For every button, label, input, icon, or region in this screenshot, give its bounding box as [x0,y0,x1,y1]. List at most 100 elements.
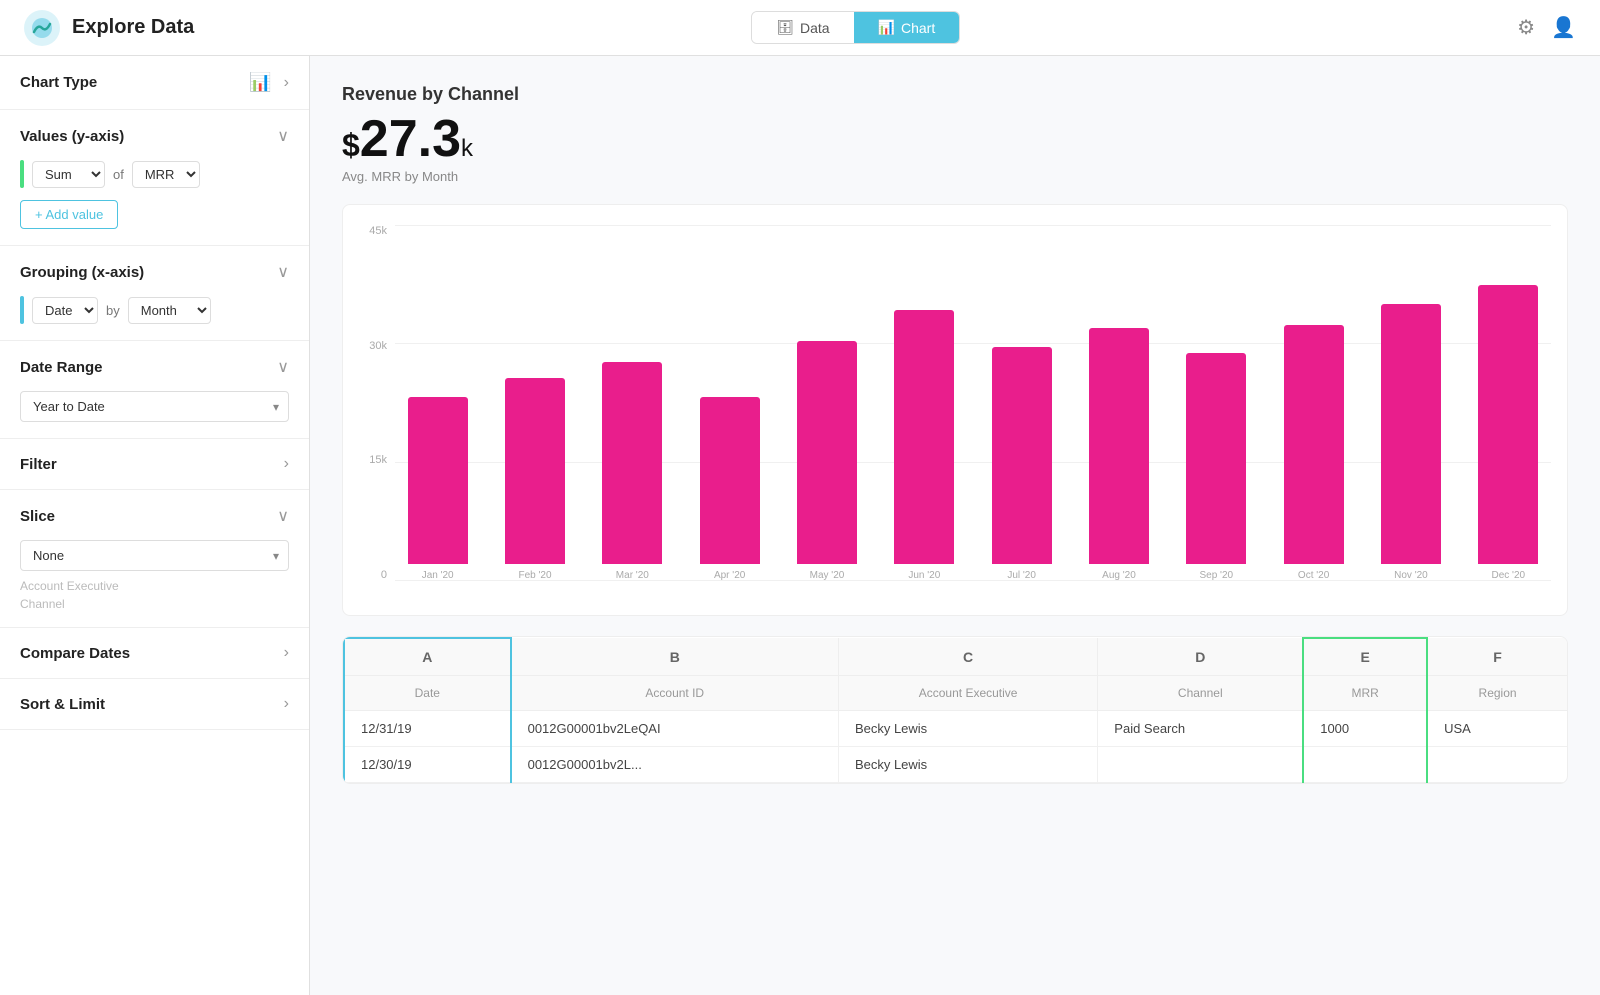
chart-title: Revenue by Channel [342,84,1568,105]
th-account-executive: Account Executive [838,676,1097,711]
gear-icon: ⚙ [1517,17,1535,39]
slice-select[interactable]: None Account Executive Channel [20,540,289,571]
view-tabs: 🗄 Data 📊 Chart [751,11,960,44]
bar[interactable] [1284,325,1344,564]
date-range-select[interactable]: Year to Date Last 30 Days Last 90 Days A… [20,391,289,422]
compare-dates-header[interactable]: Compare Dates › [20,644,289,662]
user-button[interactable]: 👤 [1551,15,1576,40]
cell-mrr-1: 1000 [1303,711,1427,747]
by-label: by [106,303,120,318]
values-title: Values (y-axis) [20,128,124,145]
sort-limit-header[interactable]: Sort & Limit › [20,695,289,713]
sidebar-section-slice: Slice ∨ None Account Executive Channel A… [0,490,309,628]
chart-value-prefix: $ [342,127,360,164]
settings-button[interactable]: ⚙ [1517,15,1535,40]
sidebar-section-compare-dates: Compare Dates › [0,628,309,679]
bar[interactable] [894,310,954,564]
tab-group-container: 🗄 Data 📊 Chart [751,11,960,44]
cell-account-id-1: 0012G00001bv2LeQAI [511,711,839,747]
y-axis: 45k 30k 15k 0 [359,225,395,605]
filter-header[interactable]: Filter › [20,455,289,473]
grouping-content: Date by Month Day Week Quarter Year [20,296,289,324]
y-label-30k: 30k [369,340,387,352]
th-mrr: MRR [1303,676,1427,711]
th-col-letter-b: B [511,638,839,676]
y-label-15k: 15k [369,454,387,466]
bar-group: Jan '20 [395,397,480,581]
data-tab-icon: 🗄 [776,19,794,36]
app-title: Explore Data [72,16,194,39]
bar-group: Jun '20 [882,310,967,581]
bar[interactable] [1186,353,1246,564]
bar-label: Mar '20 [616,570,649,581]
chart-type-header[interactable]: Chart Type 📊 › [20,72,289,93]
tab-data[interactable]: 🗄 Data [752,12,853,43]
slice-header[interactable]: Slice ∨ [20,506,289,526]
th-col-letter-f: F [1427,638,1567,676]
of-label: of [113,167,124,182]
grouping-header[interactable]: Grouping (x-axis) ∨ [20,262,289,282]
chart-type-expand-icon: › [284,74,289,92]
chart-value-main: 27.3 [360,113,461,165]
bar[interactable] [1478,285,1538,564]
bar-group: Apr '20 [687,397,772,581]
tab-chart-label: Chart [901,20,935,36]
bar[interactable] [408,397,468,564]
table-row: 12/31/19 0012G00001bv2LeQAI Becky Lewis … [344,711,1567,747]
th-col-letter-e: E [1303,638,1427,676]
field-select[interactable]: MRR [132,161,200,188]
tab-chart[interactable]: 📊 Chart [854,12,960,43]
slice-content: None Account Executive Channel Account E… [20,540,289,611]
compare-dates-title: Compare Dates [20,645,130,662]
slice-hint-channel: Channel [20,597,289,611]
header-right: ⚙ 👤 [1517,15,1576,40]
filter-title: Filter [20,456,57,473]
chart-header: Revenue by Channel $ 27.3 k Avg. MRR by … [342,84,1568,184]
table-body: 12/31/19 0012G00001bv2LeQAI Becky Lewis … [344,711,1567,783]
sidebar-section-sort-limit: Sort & Limit › [0,679,309,730]
app-header: Explore Data 🗄 Data 📊 Chart ⚙ 👤 [0,0,1600,56]
chart-tab-icon: 📊 [878,19,895,36]
cell-date-2: 12/30/19 [344,747,511,783]
bar[interactable] [992,347,1052,564]
bar[interactable] [1381,304,1441,564]
th-channel: Channel [1098,676,1303,711]
bar-group: Dec '20 [1466,285,1551,581]
values-row: Sum Avg Count of MRR [20,160,289,188]
bar[interactable] [700,397,760,564]
date-range-content: Year to Date Last 30 Days Last 90 Days A… [20,391,289,422]
bar-label: Jan '20 [422,570,454,581]
chart-value-suffix: k [461,135,473,163]
slice-title: Slice [20,508,55,525]
y-label-45k: 45k [369,225,387,237]
table-header-names: Date Account ID Account Executive Channe… [344,676,1567,711]
th-account-id: Account ID [511,676,839,711]
grouping-field-select[interactable]: Date [32,297,98,324]
main-layout: Chart Type 📊 › Values (y-axis) ∨ Sum Avg [0,56,1600,995]
cell-exec-1: Becky Lewis [838,711,1097,747]
granularity-select[interactable]: Month Day Week Quarter Year [128,297,211,324]
th-col-letter-a: A [344,638,511,676]
cell-date-1: 12/31/19 [344,711,511,747]
bar-group: Feb '20 [492,378,577,581]
sidebar-section-values: Values (y-axis) ∨ Sum Avg Count of MRR [0,110,309,246]
bar-label: Aug '20 [1102,570,1136,581]
bar-group: May '20 [784,341,869,581]
bar[interactable] [602,362,662,564]
grouping-title: Grouping (x-axis) [20,264,144,281]
aggregate-select[interactable]: Sum Avg Count [32,161,105,188]
values-header[interactable]: Values (y-axis) ∨ [20,126,289,146]
cell-region-1: USA [1427,711,1567,747]
bar-label: Jul '20 [1007,570,1036,581]
cell-region-2 [1427,747,1567,783]
bars-container: Jan '20 Feb '20 Mar '20 Apr '20May '20Jun '… [395,225,1551,605]
date-range-header[interactable]: Date Range ∨ [20,357,289,377]
add-value-button[interactable]: + Add value [20,200,118,229]
bar[interactable] [1089,328,1149,564]
bar[interactable] [797,341,857,564]
values-expand-icon: ∨ [277,126,289,146]
table-wrap: A B C D E F Date Account ID Account Exec… [343,637,1567,783]
grid-line-top [395,225,1551,226]
bar[interactable] [505,378,565,564]
sidebar-section-filter: Filter › [0,439,309,490]
